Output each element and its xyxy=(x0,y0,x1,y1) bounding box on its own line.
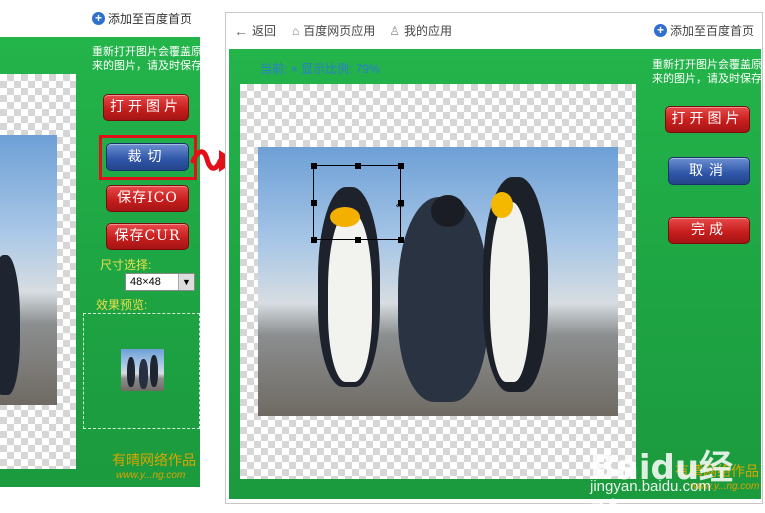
crop-handle[interactable] xyxy=(311,163,317,169)
size-select[interactable]: 48×48 ▼ xyxy=(125,273,195,291)
left-watermark-url: www.y...ng.com xyxy=(116,470,186,481)
plus-icon: + xyxy=(91,12,105,25)
left-add-home-link[interactable]: 添加至百度首页 xyxy=(108,10,192,27)
right-topbar: ← 返回 ⌂ 百度网页应用 ♙ 我的应用 + 添加至百度首页 xyxy=(226,13,762,48)
left-preview-image xyxy=(0,135,57,405)
left-watermark: 有晴网络作品 xyxy=(112,453,196,469)
crop-selection[interactable] xyxy=(311,163,404,243)
right-open-image-button[interactable]: 打开图片 xyxy=(665,106,750,133)
resize-cursor-icon: ⇔ xyxy=(393,196,407,212)
home-icon: ⌂ xyxy=(292,23,300,38)
left-topbar: + 添加至百度首页 xyxy=(0,0,200,37)
open-image-button[interactable]: 打开图片 xyxy=(103,94,189,121)
crop-handle[interactable] xyxy=(398,237,404,243)
baidu-url: jingyan.baidu.com xyxy=(590,478,711,495)
preview-thumbnail xyxy=(121,349,164,391)
size-label: 尺寸选择: xyxy=(100,258,152,272)
cancel-button[interactable]: 取消 xyxy=(668,157,750,185)
plus-icon: + xyxy=(653,24,667,37)
my-apps-link[interactable]: 我的应用 xyxy=(404,22,452,39)
back-link[interactable]: 返回 xyxy=(252,22,276,39)
crop-handle[interactable] xyxy=(355,163,361,169)
left-notice: 重新打开图片会覆盖原来的图片，请及时保存 xyxy=(92,45,202,72)
user-icon: ♙ xyxy=(389,23,401,38)
crop-handle[interactable] xyxy=(398,163,404,169)
baidu-logo: Baidu经验 xyxy=(590,448,734,513)
size-select-value: 48×48 xyxy=(130,276,161,288)
right-notice: 重新打开图片会覆盖原来的图片，请及时保存 xyxy=(652,58,762,85)
crop-handle[interactable] xyxy=(311,237,317,243)
penguin-image xyxy=(258,147,618,416)
status-text: 当前: × 显示比例: 79% xyxy=(260,62,380,76)
right-add-home-link[interactable]: 添加至百度首页 xyxy=(670,22,754,39)
chevron-down-icon: ▼ xyxy=(178,274,194,290)
done-button[interactable]: 完成 xyxy=(668,217,750,244)
save-ico-button[interactable]: 保存ICO xyxy=(106,185,189,212)
back-icon: ← xyxy=(234,22,248,39)
crop-handle[interactable] xyxy=(311,200,317,206)
crop-button[interactable]: 裁切 xyxy=(106,143,189,171)
save-cur-button[interactable]: 保存CUR xyxy=(106,223,189,250)
preview-label: 效果预览: xyxy=(96,298,148,312)
baidu-apps-link[interactable]: 百度网页应用 xyxy=(303,22,375,39)
crop-handle[interactable] xyxy=(355,237,361,243)
